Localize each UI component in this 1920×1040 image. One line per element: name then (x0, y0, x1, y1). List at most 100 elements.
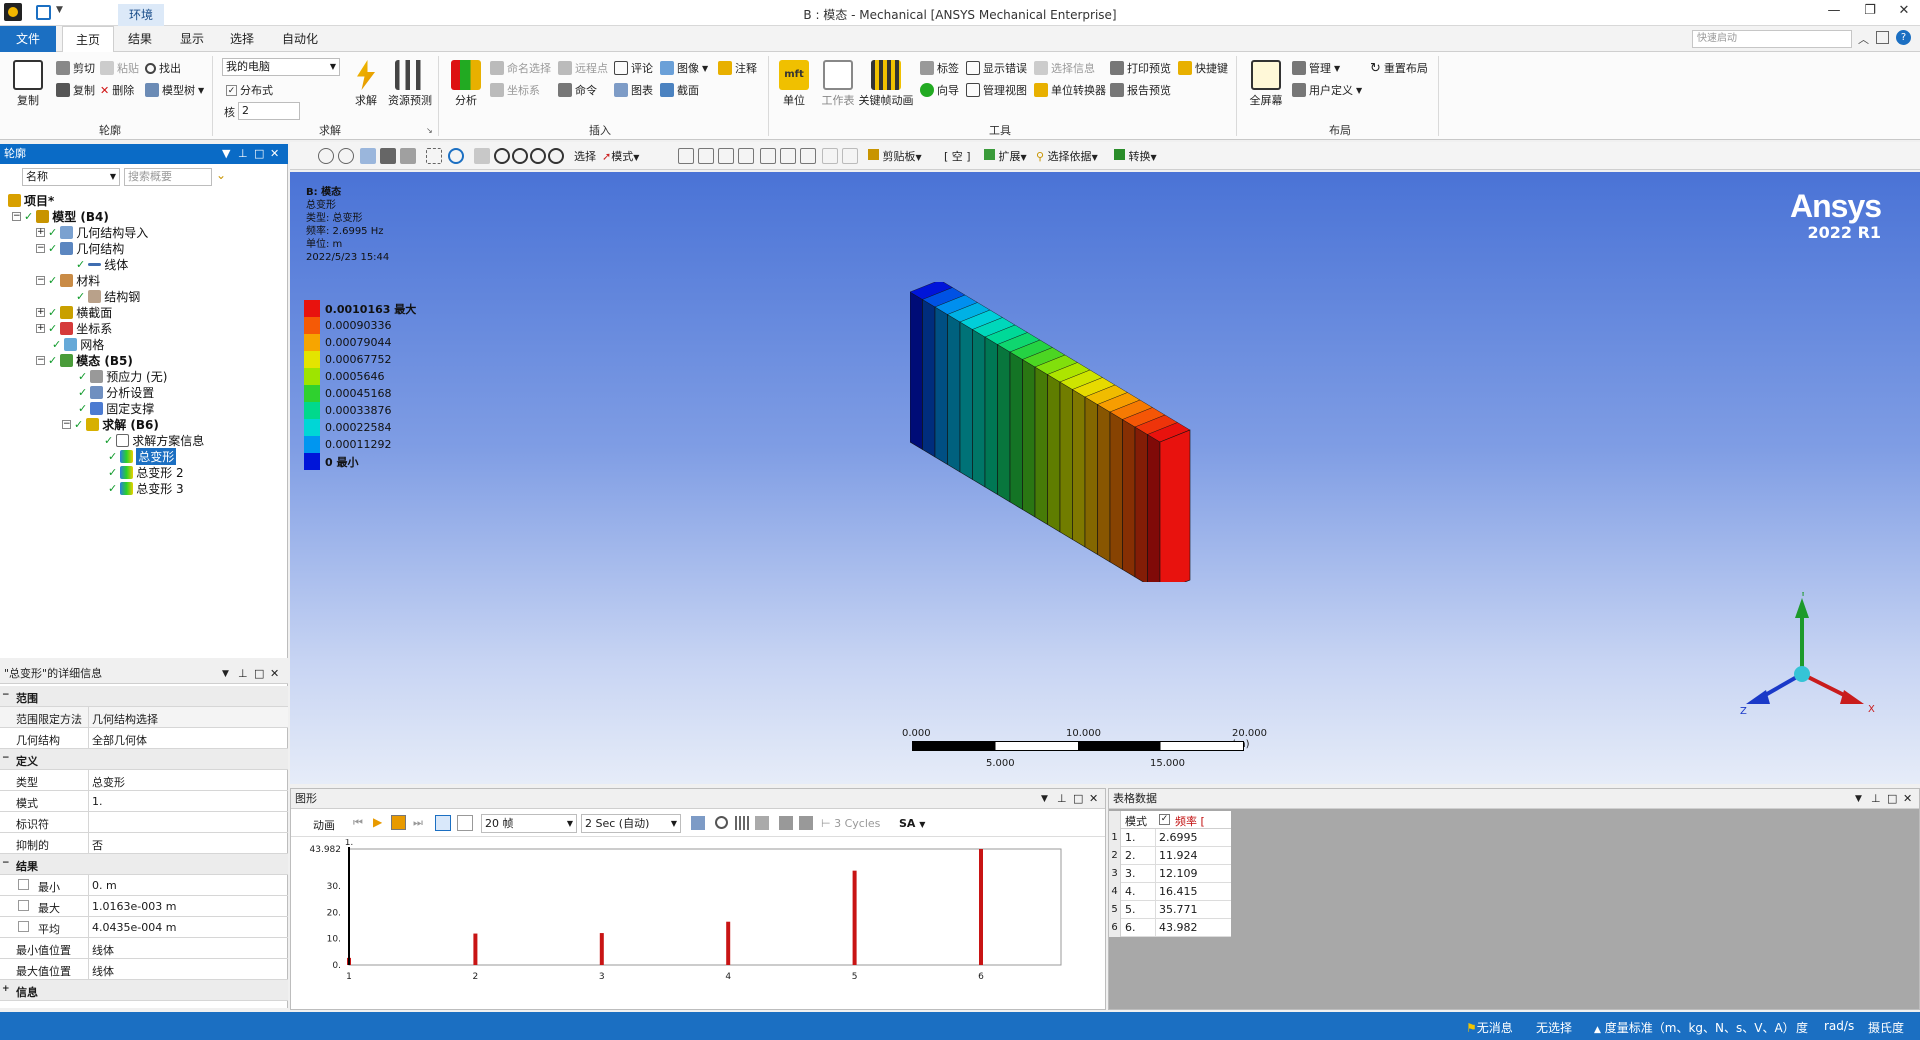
node-select-icon[interactable] (760, 148, 776, 164)
cut-button[interactable]: 剪切 (56, 60, 95, 76)
remote-point-button[interactable]: 远程点 (558, 60, 608, 76)
select-label[interactable]: 选择 (574, 148, 596, 164)
tab-automation[interactable]: 自动化 (270, 26, 330, 52)
reset-layout-button[interactable]: ↻ 重置布局 (1370, 60, 1428, 76)
expand-icon[interactable]: + (36, 324, 45, 333)
color-legend[interactable]: 0.0010163 最大 0.00090336 0.00079044 0.000677… (290, 300, 420, 480)
tree-item-total-deformation-2[interactable]: ✓ 总变形 2 (108, 464, 184, 481)
paste-button[interactable]: 粘贴 (100, 60, 139, 76)
copy-big-button[interactable]: 复制 (6, 60, 50, 108)
manage-button[interactable]: 管理 ▼ (1292, 60, 1340, 76)
mode-dropdown[interactable]: ➚模式▼ (602, 148, 639, 164)
filter-chevron-icon[interactable]: ⌄ (216, 168, 226, 182)
maximize-icon[interactable]: □ (254, 664, 264, 684)
quick-search-input[interactable]: 快速启动 (1692, 30, 1852, 48)
restore-button[interactable]: ❐ (1856, 3, 1884, 23)
model-3d[interactable] (910, 282, 1230, 582)
selection-info-button[interactable]: 选择信息 (1034, 60, 1095, 76)
help-icon[interactable]: ? (1896, 30, 1911, 45)
iso-view-icon[interactable] (360, 148, 376, 164)
pin-icon[interactable]: ⊥ (1871, 789, 1881, 809)
manage-views-button[interactable]: 管理视图 (966, 82, 1027, 98)
image-button[interactable]: 图像 ▼ (660, 60, 708, 76)
table-row[interactable]: 4 4. 16.415 (1109, 883, 1231, 901)
distributed-checkbox[interactable]: ✓ 分布式 (226, 82, 273, 98)
maximize-icon[interactable]: □ (1073, 789, 1083, 809)
sa-dropdown[interactable]: SA ▼ (899, 817, 925, 830)
tree-item-total-deformation-3[interactable]: ✓ 总变形 3 (108, 480, 184, 497)
frames-select[interactable]: 20 帧 ▼ (481, 814, 577, 833)
units-button[interactable]: mft 单位 (772, 60, 816, 108)
details-row[interactable]: 范围限定方法 几何结构选择 (0, 707, 288, 728)
vertex-select-icon[interactable] (678, 148, 694, 164)
name-filter-select[interactable]: 名称 ▼ (22, 168, 120, 186)
duration-select[interactable]: 2 Sec (自动) ▼ (581, 814, 681, 833)
shortcut-button[interactable]: 快捷键 (1178, 60, 1228, 76)
outline-search-input[interactable]: 搜索概要 (124, 168, 212, 186)
last-frame-icon[interactable]: ⏭ (413, 816, 423, 830)
details-row[interactable]: 标识符 (0, 812, 288, 833)
zoom-graph-icon[interactable] (715, 816, 728, 829)
tree-item-solution[interactable]: − ✓ 求解 (B6) (62, 416, 159, 433)
tab-results[interactable]: 结果 (116, 26, 164, 52)
invert-select-icon[interactable] (842, 148, 858, 164)
legend-entry[interactable]: 0.00090336 (304, 317, 391, 334)
named-selection-button[interactable]: 命名选择 (490, 60, 551, 76)
print-preview-button[interactable]: 打印预览 (1110, 60, 1171, 76)
minimize-button[interactable]: — (1820, 3, 1848, 23)
pan-icon[interactable] (474, 148, 490, 164)
tree-item-analysis-settings[interactable]: ✓ 分析设置 (78, 384, 154, 401)
delete-button[interactable]: ✕ 删除 (100, 82, 134, 98)
maximize-icon[interactable]: □ (1887, 789, 1897, 809)
zoom-icon[interactable] (494, 148, 510, 164)
expand-icon[interactable]: + (36, 308, 45, 317)
legend-entry[interactable]: 0.00067752 (304, 351, 391, 368)
expand-icon[interactable]: + (2, 984, 10, 994)
collapse-icon[interactable]: − (36, 356, 45, 365)
legend-entry[interactable]: 0.0005646 (304, 368, 385, 385)
checkbox-icon[interactable] (18, 900, 29, 911)
unit-converter-button[interactable]: 单位转换器 (1034, 82, 1106, 98)
zoom-box-icon[interactable] (512, 148, 528, 164)
report-preview-button[interactable]: 报告预览 (1110, 82, 1171, 98)
zoom-fit-icon[interactable] (530, 148, 546, 164)
tree-item-mesh[interactable]: ✓ 网格 (52, 336, 104, 353)
keyframe-animation-button[interactable]: 关键帧动画 (856, 60, 916, 108)
col-frequency-header[interactable]: 频率 [ (1175, 813, 1205, 829)
graphics-viewport[interactable]: B: 模态 总变形 类型: 总变形 频率: 2.6995 Hz 单位: m 20… (290, 172, 1920, 784)
table-row[interactable]: 5 5. 35.771 (1109, 901, 1231, 919)
collapse-icon[interactable]: − (62, 420, 71, 429)
details-section-definition[interactable]: − 定义 (0, 749, 288, 770)
feedback-icon[interactable] (1876, 31, 1889, 44)
details-row[interactable]: 类型 总变形 (0, 770, 288, 791)
first-frame-icon[interactable]: ⏮ (353, 816, 363, 830)
tab-home[interactable]: 主页 (62, 26, 114, 52)
checkbox-icon[interactable] (18, 921, 29, 932)
details-section-scope[interactable]: − 范围 (0, 686, 288, 707)
zoom-in-icon[interactable] (338, 148, 354, 164)
frame-icon[interactable] (426, 148, 442, 164)
close-icon[interactable]: ✕ (1903, 789, 1912, 809)
panel-menu-icon[interactable]: ▼ (1041, 789, 1048, 809)
zoom-out-icon[interactable] (318, 148, 334, 164)
tab-selection[interactable]: 选择 (218, 26, 266, 52)
select-by-dropdown[interactable]: ⚲ 选择依据▼ (1036, 148, 1098, 164)
details-section-info[interactable]: + 信息 (0, 980, 288, 1001)
annotation-button[interactable]: 注释 (718, 60, 757, 76)
extend-dropdown[interactable]: 扩展▼ (984, 148, 1027, 164)
tree-item-structural-steel[interactable]: ✓ 结构钢 (76, 288, 140, 305)
result-frames-icon[interactable] (457, 815, 473, 831)
details-section-results[interactable]: − 结果 (0, 854, 288, 875)
checkbox-icon[interactable]: ✓ (1159, 814, 1170, 825)
tree-item-geometry[interactable]: − ✓ 几何结构 (36, 240, 124, 257)
tree-item-model[interactable]: − ✓ 模型 (B4) (12, 208, 109, 225)
tab-environment[interactable]: 环境 (118, 4, 164, 26)
details-row[interactable]: 最小值位置 线体 (0, 938, 288, 959)
tree-item-solution-info[interactable]: ✓ 求解方案信息 (104, 432, 204, 449)
panel-menu-icon[interactable]: ▼ (222, 144, 230, 164)
units-status[interactable]: ▲ 度量标准（m、kg、N、s、V、A） (1594, 1019, 1795, 1036)
close-icon[interactable]: ✕ (270, 144, 279, 164)
tree-item-materials[interactable]: − ✓ 材料 (36, 272, 100, 289)
cycles-button[interactable]: ⊢ 3 Cycles (821, 817, 880, 830)
close-icon[interactable]: ✕ (270, 664, 279, 684)
